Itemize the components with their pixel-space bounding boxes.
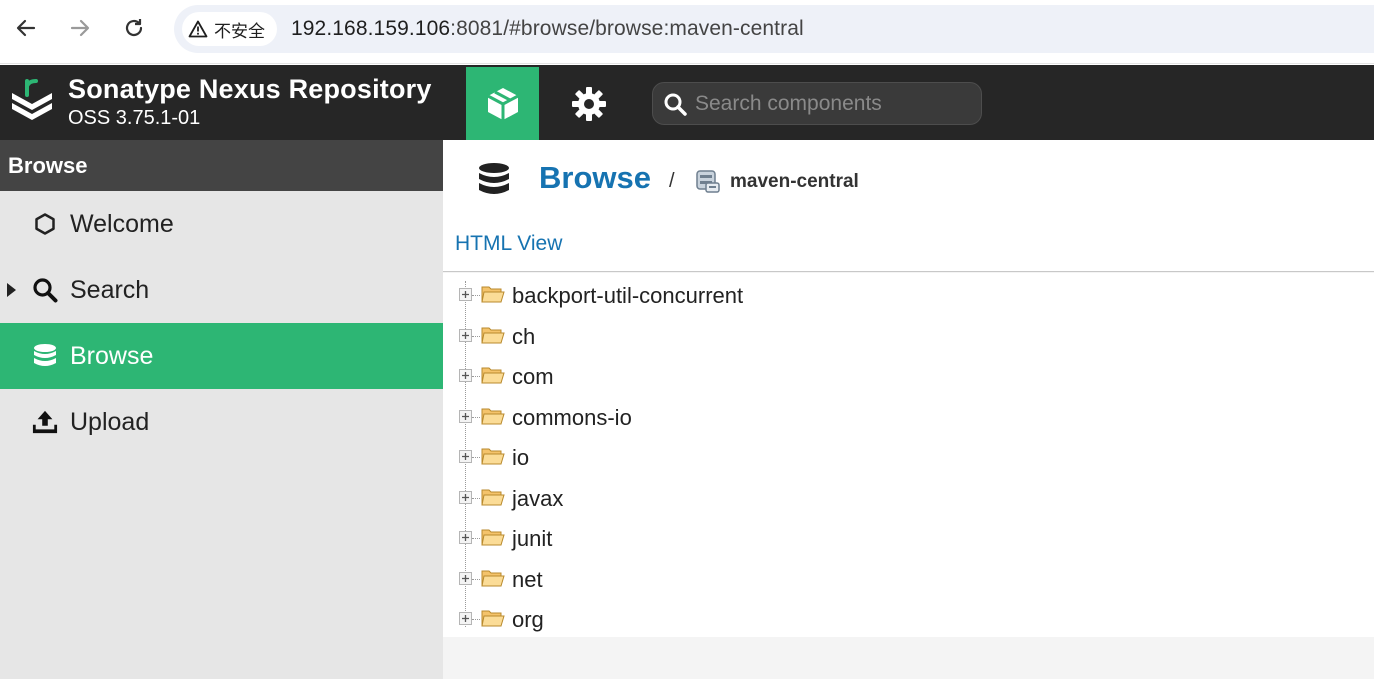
arrow-right-icon: [70, 19, 90, 37]
database-icon: [479, 163, 509, 194]
expand-plus-icon[interactable]: [459, 490, 472, 504]
url-host: 192.168.159.106: [291, 17, 451, 40]
tree-node-label: ch: [512, 323, 536, 349]
tree-connector: [472, 416, 480, 418]
search-input[interactable]: [695, 91, 975, 116]
breadcrumb-separator: /: [669, 170, 675, 192]
tree-node-label: net: [512, 566, 543, 592]
tree-node-label: com: [512, 364, 554, 389]
folder-icon: [481, 610, 505, 627]
sidebar-item-browse[interactable]: Browse: [0, 323, 443, 389]
tree-connector: [472, 335, 480, 337]
expand-plus-icon[interactable]: [459, 409, 472, 423]
sidebar-title: Browse: [0, 140, 443, 191]
repository-icon: [696, 170, 720, 193]
tree-node[interactable]: junit: [443, 518, 1374, 558]
html-view-link[interactable]: HTML View: [455, 232, 562, 256]
brand-version: OSS 3.75.1-01: [68, 107, 201, 129]
expand-plus-icon[interactable]: [459, 531, 472, 544]
folder-icon: [481, 286, 505, 303]
hexagon-icon: [32, 211, 58, 237]
folder-icon: [481, 327, 505, 343]
expand-caret-icon[interactable]: [7, 283, 16, 297]
expand-plus-icon[interactable]: [459, 612, 472, 625]
tree-node-label: backport-util-concurrent: [512, 283, 744, 308]
sidebar-item-upload[interactable]: Upload: [0, 389, 443, 455]
tree-connector: [472, 578, 480, 580]
tree-connector: [472, 295, 480, 296]
expand-plus-icon[interactable]: [459, 369, 472, 382]
tree-node[interactable]: com: [443, 356, 1374, 396]
tree-node[interactable]: backport-util-concurrent: [443, 275, 1374, 315]
forward-button[interactable]: [66, 14, 94, 42]
tree-node-label: io: [512, 445, 530, 470]
tree-connector: [472, 538, 480, 539]
tree-connector: [472, 619, 480, 620]
tree-connector: [472, 497, 480, 499]
tree-connector: [472, 376, 480, 377]
browser-toolbar: 不安全 192.168.159.106:8081/#browse/browse:…: [0, 0, 1374, 64]
reload-button[interactable]: [120, 14, 148, 42]
tree-node-label: commons-io: [512, 404, 632, 430]
tree-connector: [472, 457, 480, 458]
sidebar-item-search[interactable]: Search: [0, 257, 443, 323]
back-button[interactable]: [12, 14, 40, 42]
breadcrumb-browse-link[interactable]: Browse: [539, 160, 651, 196]
tree-node-label: javax: [512, 485, 564, 511]
database-icon: [32, 343, 58, 369]
component-tree: backport-util-concurrent ch com commons-io i…: [443, 273, 1374, 637]
sidebar-item-label: Search: [70, 275, 150, 304]
tree-node[interactable]: org: [443, 599, 1374, 639]
expand-plus-icon[interactable]: [459, 450, 472, 463]
search-icon: [32, 277, 58, 303]
browse-mode-button[interactable]: [466, 67, 539, 140]
tree-node[interactable]: io: [443, 437, 1374, 477]
tree-node-label: junit: [512, 526, 553, 551]
folder-icon: [481, 448, 505, 465]
sidebar-item-label: Welcome: [70, 209, 174, 238]
folder-icon: [481, 529, 505, 546]
upload-icon: [32, 409, 58, 435]
sidebar-item-welcome[interactable]: Welcome: [0, 191, 443, 257]
breadcrumb: Browse / maven-central HTML View: [443, 140, 1374, 272]
expand-plus-icon[interactable]: [459, 571, 472, 585]
sidebar-item-label: Browse: [70, 341, 154, 370]
security-label: 不安全: [214, 21, 265, 42]
app-header: Sonatype Nexus Repository OSS 3.75.1-01: [0, 65, 1374, 140]
reload-icon: [125, 19, 143, 37]
brand-title: Sonatype Nexus Repository: [68, 74, 432, 104]
cube-icon: [486, 87, 519, 120]
arrow-left-icon: [16, 19, 36, 37]
expand-plus-icon[interactable]: [459, 288, 472, 301]
admin-mode-button[interactable]: [552, 67, 625, 140]
address-bar[interactable]: 不安全 192.168.159.106:8081/#browse/browse:…: [174, 5, 1374, 53]
warning-icon: [188, 20, 208, 38]
sidebar-item-label: Upload: [70, 407, 150, 436]
component-search[interactable]: [652, 82, 982, 125]
folder-icon: [481, 367, 505, 384]
expand-plus-icon[interactable]: [459, 328, 472, 342]
repository-name: maven-central: [730, 171, 859, 192]
folder-icon: [481, 408, 505, 424]
tree-node[interactable]: commons-io: [443, 397, 1374, 437]
gear-icon: [571, 86, 606, 121]
search-icon: [664, 93, 687, 116]
url-path: :8081/#browse/browse:maven-central: [450, 17, 804, 40]
url-text: 192.168.159.106:8081/#browse/browse:mave…: [291, 17, 804, 41]
tree-node-label: org: [512, 607, 544, 632]
folder-icon: [481, 570, 505, 586]
main-panel: Browse / maven-central HTML View backpor…: [443, 140, 1374, 679]
tree-node[interactable]: net: [443, 559, 1374, 599]
tree-node[interactable]: ch: [443, 316, 1374, 356]
sidebar: Browse Welcome Search Browse Upload: [0, 140, 443, 679]
folder-icon: [481, 489, 505, 505]
nexus-logo-icon[interactable]: [10, 77, 54, 127]
security-chip[interactable]: 不安全: [182, 12, 277, 46]
tree-node[interactable]: javax: [443, 478, 1374, 518]
